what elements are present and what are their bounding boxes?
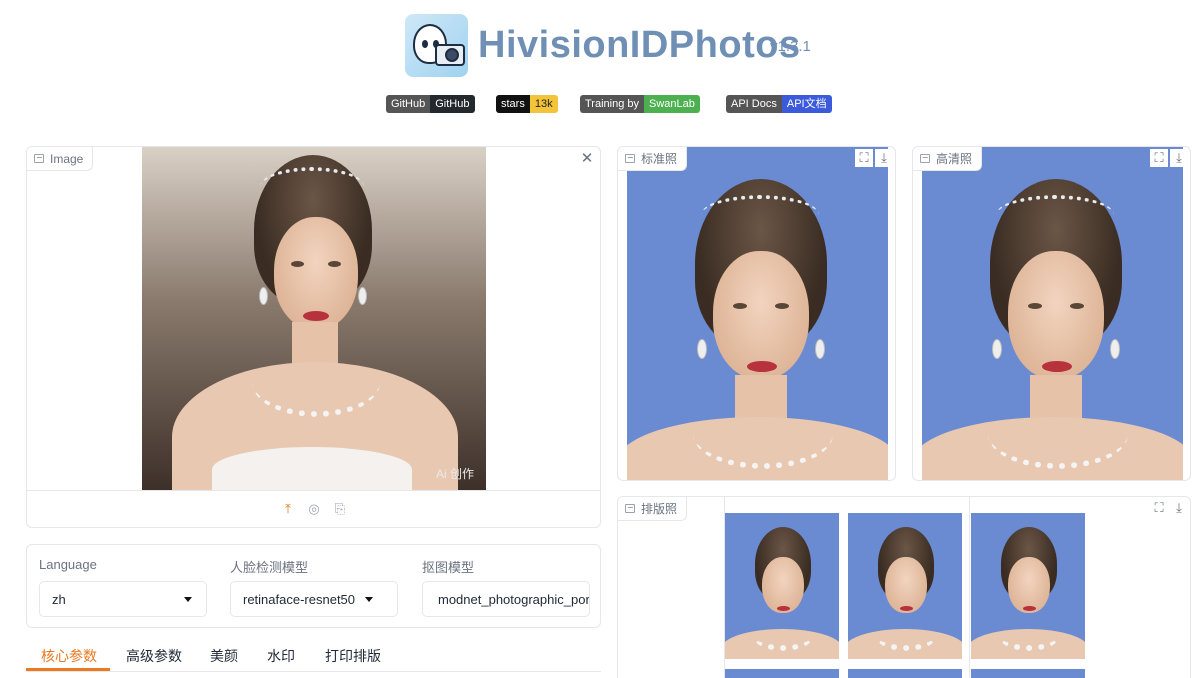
- layout-photo-1: [725, 513, 839, 659]
- language-value: zh: [52, 591, 66, 607]
- hd-photo-label: 高清照: [913, 147, 983, 171]
- layout-photo-5: [848, 669, 962, 678]
- standard-photo-image: [627, 147, 888, 480]
- face-model-label: 人脸检测模型: [230, 560, 309, 575]
- hd-label-text: 高清照: [936, 152, 973, 166]
- stars-badge[interactable]: stars 13k: [496, 95, 558, 113]
- image-icon: [34, 154, 44, 163]
- standard-photo-panel: 标准照 ⛶ ⤓: [617, 146, 896, 481]
- app-version: v1.3.1: [770, 38, 811, 55]
- api-docs-badge[interactable]: API Docs API文档: [726, 95, 832, 113]
- fullscreen-icon[interactable]: ⛶: [1150, 149, 1168, 167]
- download-icon[interactable]: ⤓: [1170, 499, 1188, 517]
- param-tabs: 核心参数 高级参数 美颜 水印 打印排版: [26, 640, 601, 672]
- layout-photo-4: [725, 669, 839, 678]
- swanlab-badge[interactable]: Training by SwanLab: [580, 95, 700, 113]
- badge-value: GitHub: [430, 95, 475, 113]
- model-settings-block: Language zh 人脸检测模型 retinaface-resnet50 抠…: [26, 544, 601, 628]
- input-image-label: Image: [27, 147, 94, 171]
- badge-value: 13k: [529, 95, 558, 113]
- layout-photo-panel: 排版照 ⛶ ⤓: [617, 496, 1191, 678]
- face-model-value: retinaface-resnet50: [243, 591, 356, 607]
- image-icon: [920, 154, 930, 163]
- tab-beauty[interactable]: 美颜: [210, 646, 238, 666]
- standard-photo-label: 标准照: [618, 147, 688, 171]
- tab-watermark[interactable]: 水印: [267, 646, 295, 666]
- layout-label-text: 排版照: [641, 502, 678, 516]
- layout-photo-label: 排版照: [618, 497, 688, 521]
- input-photo: Ai 创作: [142, 147, 486, 490]
- face-model-select[interactable]: retinaface-resnet50: [230, 581, 398, 617]
- webcam-icon[interactable]: ◎: [305, 500, 323, 518]
- hd-photo-panel: 高清照 ⛶ ⤓: [912, 146, 1191, 481]
- download-icon[interactable]: ⤓: [1170, 149, 1188, 167]
- language-select[interactable]: zh: [39, 581, 207, 617]
- input-image-panel[interactable]: Image ✕ Ai 创作 ⤒ ◎ ⎘: [26, 146, 601, 528]
- badge-value: API文档: [781, 95, 832, 113]
- tab-print-layout[interactable]: 打印排版: [325, 646, 381, 666]
- fullscreen-icon[interactable]: ⛶: [855, 149, 873, 167]
- layout-photo-6: [971, 669, 1085, 678]
- chevron-down-icon: [365, 597, 373, 602]
- tab-advanced-params[interactable]: 高级参数: [126, 646, 182, 666]
- matting-model-select[interactable]: modnet_photographic_portrait_matting: [422, 581, 590, 617]
- badge-value: SwanLab: [644, 95, 700, 113]
- hd-photo-image: [922, 147, 1183, 480]
- ai-watermark: Ai 创作: [435, 467, 474, 481]
- app-title: HivisionIDPhotos: [478, 24, 801, 66]
- github-badge[interactable]: GitHub GitHub: [386, 95, 475, 113]
- app-logo: [405, 14, 468, 77]
- language-label: Language: [39, 557, 97, 572]
- input-label-text: Image: [50, 151, 84, 166]
- fullscreen-icon[interactable]: ⛶: [1150, 499, 1168, 517]
- upload-icon[interactable]: ⤒: [279, 500, 297, 518]
- download-icon[interactable]: ⤓: [875, 149, 893, 167]
- badge-label: stars: [496, 95, 530, 113]
- badge-label: API Docs: [726, 95, 782, 113]
- chevron-down-icon: [184, 597, 192, 602]
- tab-core-params[interactable]: 核心参数: [41, 646, 97, 666]
- active-tab-indicator: [26, 668, 110, 671]
- matting-model-value: modnet_photographic_portrait_matting: [438, 591, 590, 607]
- layout-photo-3: [971, 513, 1085, 659]
- badge-label: GitHub: [386, 95, 431, 113]
- badge-row: GitHub GitHub stars 13k Training by Swan…: [0, 95, 1200, 113]
- image-icon: [625, 154, 635, 163]
- close-icon[interactable]: ✕: [578, 149, 596, 167]
- clipboard-icon[interactable]: ⎘: [331, 500, 349, 518]
- image-icon: [625, 504, 635, 513]
- matting-model-label: 抠图模型: [422, 560, 475, 575]
- app-header: HivisionIDPhotos v1.3.1 GitHub GitHub st…: [0, 0, 1200, 125]
- badge-label: Training by: [580, 95, 645, 113]
- standard-label-text: 标准照: [641, 152, 678, 166]
- layout-photo-2: [848, 513, 962, 659]
